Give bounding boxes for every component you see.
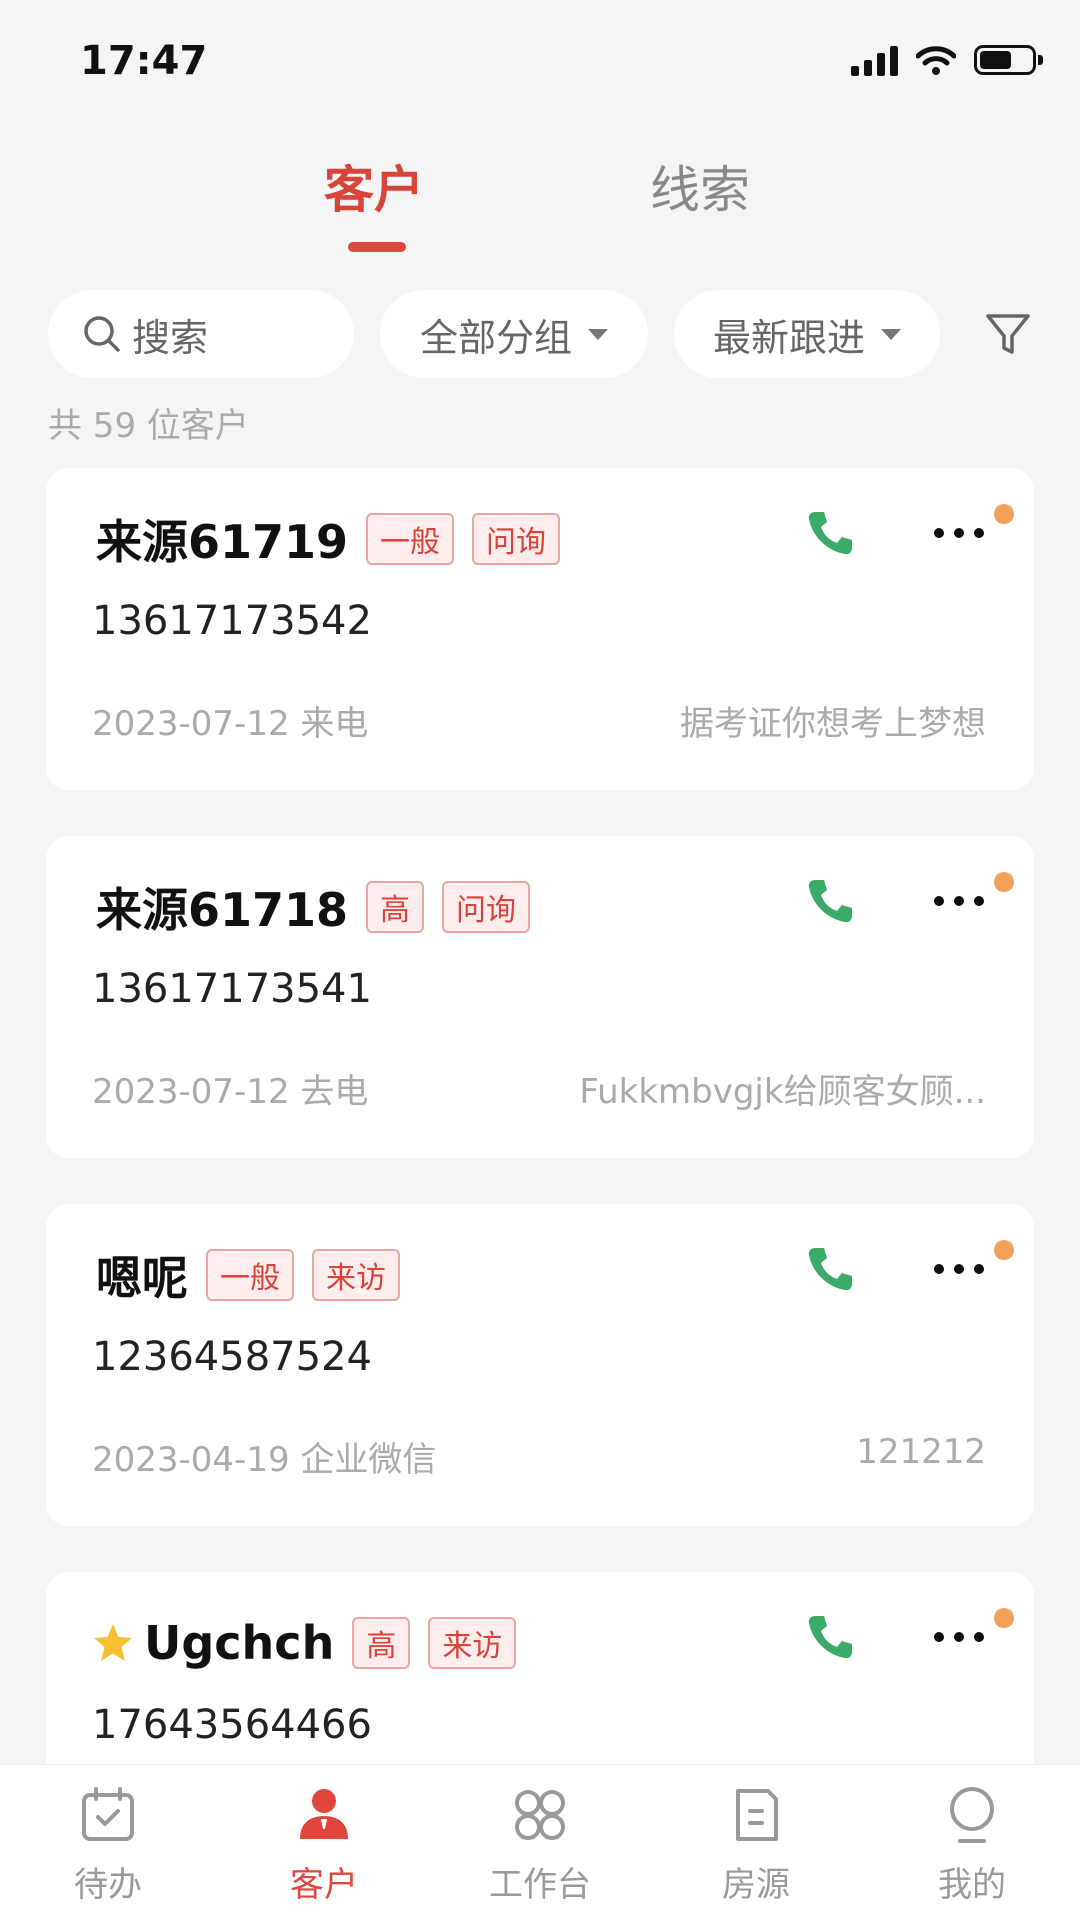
card-header: Ugchch 高 来访 (92, 1610, 517, 1676)
unread-dot (994, 504, 1014, 524)
caret-down-icon (588, 328, 608, 340)
follow-up-note: Fukkmbvgjk给顾客女顾... (579, 1072, 986, 1112)
nav-item-listings[interactable]: 房源 (676, 1783, 836, 1906)
signal-icon (851, 44, 898, 76)
todo-icon (82, 1787, 134, 1841)
follow-up-note: 据考证你想考上梦想 (680, 704, 986, 744)
source-tag: 问询 (472, 513, 561, 565)
last-contact: 2023-07-12 去电 (92, 1072, 369, 1112)
status-time: 17:47 (80, 38, 208, 84)
card-header: 嗯呢 一般 来访 (96, 1242, 400, 1308)
customer-phone: 13617173541 (92, 966, 372, 1012)
customer-name: 嗯呢 (96, 1251, 188, 1305)
tab-customers[interactable]: 客户 (324, 150, 424, 222)
follow-up-note: 121212 (856, 1432, 986, 1472)
unread-dot (994, 1240, 1014, 1260)
more-icon[interactable] (934, 1264, 984, 1274)
card-header: 来源61719 一般 问询 (96, 506, 561, 572)
customer-name: Ugchch (144, 1616, 335, 1670)
source-tag: 来访 (312, 1249, 400, 1301)
customer-count: 共 59 位客户 (48, 406, 249, 446)
nav-item-workbench[interactable]: 工作台 (460, 1783, 620, 1906)
filter-icon[interactable] (982, 308, 1034, 360)
customer-icon (300, 1789, 348, 1839)
customer-name: 来源61719 (96, 515, 349, 569)
unread-dot (994, 1608, 1014, 1628)
last-contact: 2023-04-19 企业微信 (92, 1440, 437, 1480)
source-tag: 来访 (428, 1617, 517, 1669)
phone-icon[interactable] (806, 876, 854, 926)
customer-card[interactable]: 嗯呢 一般 来访 12364587524 2023-04-19 企业微信 121… (46, 1204, 1034, 1526)
battery-icon (974, 45, 1043, 75)
nav-label: 我的 (938, 1865, 1006, 1905)
search-placeholder: 搜索 (132, 315, 209, 360)
profile-icon (950, 1787, 994, 1843)
nav-item-profile[interactable]: 我的 (892, 1783, 1052, 1906)
sort-dropdown[interactable]: 最新跟进 (674, 290, 940, 378)
customer-phone: 12364587524 (92, 1334, 372, 1380)
unread-dot (994, 872, 1014, 892)
top-tabs: 客户 线索 (0, 150, 1080, 260)
status-icons (851, 44, 1043, 76)
level-tag: 一般 (206, 1249, 294, 1301)
phone-icon[interactable] (806, 1612, 854, 1662)
search-icon (84, 316, 120, 352)
filter-bar: 搜索 全部分组 最新跟进 (0, 290, 1080, 378)
group-dropdown[interactable]: 全部分组 (380, 290, 648, 378)
customer-phone: 13617173542 (92, 598, 372, 644)
status-bar: 17:47 (0, 0, 1080, 130)
listing-icon (736, 1789, 778, 1841)
bottom-nav: 待办 客户 工作台 房源 我的 (0, 1764, 1080, 1921)
tab-underline (348, 242, 406, 252)
more-icon[interactable] (934, 528, 984, 538)
nav-label: 房源 (722, 1865, 790, 1905)
customer-name: 来源61718 (96, 883, 349, 937)
nav-label: 工作台 (489, 1865, 591, 1905)
nav-label: 客户 (290, 1865, 358, 1905)
phone-icon[interactable] (806, 1244, 854, 1294)
customer-card[interactable]: 来源61718 高 问询 13617173541 2023-07-12 去电 F… (46, 836, 1034, 1158)
customer-card[interactable]: 来源61719 一般 问询 13617173542 2023-07-12 来电 … (46, 468, 1034, 790)
level-tag: 一般 (366, 513, 455, 565)
nav-label: 待办 (74, 1865, 142, 1905)
more-icon[interactable] (934, 1632, 984, 1642)
tab-leads[interactable]: 线索 (650, 150, 750, 222)
card-header: 来源61718 高 问询 (96, 874, 531, 940)
caret-down-icon (881, 328, 901, 340)
nav-item-todo[interactable]: 待办 (28, 1783, 188, 1906)
customer-phone: 17643564466 (92, 1702, 372, 1748)
source-tag: 问询 (442, 881, 531, 933)
more-icon[interactable] (934, 896, 984, 906)
phone-icon[interactable] (806, 508, 854, 558)
group-dropdown-label: 全部分组 (419, 315, 572, 360)
last-contact: 2023-07-12 来电 (92, 704, 369, 744)
sort-dropdown-label: 最新跟进 (712, 315, 865, 360)
workbench-icon (515, 1790, 565, 1840)
level-tag: 高 (352, 1617, 411, 1669)
nav-item-customers[interactable]: 客户 (244, 1783, 404, 1906)
search-input[interactable]: 搜索 (48, 290, 354, 378)
wifi-icon (916, 46, 956, 75)
level-tag: 高 (366, 881, 425, 933)
star-icon (94, 1624, 132, 1661)
